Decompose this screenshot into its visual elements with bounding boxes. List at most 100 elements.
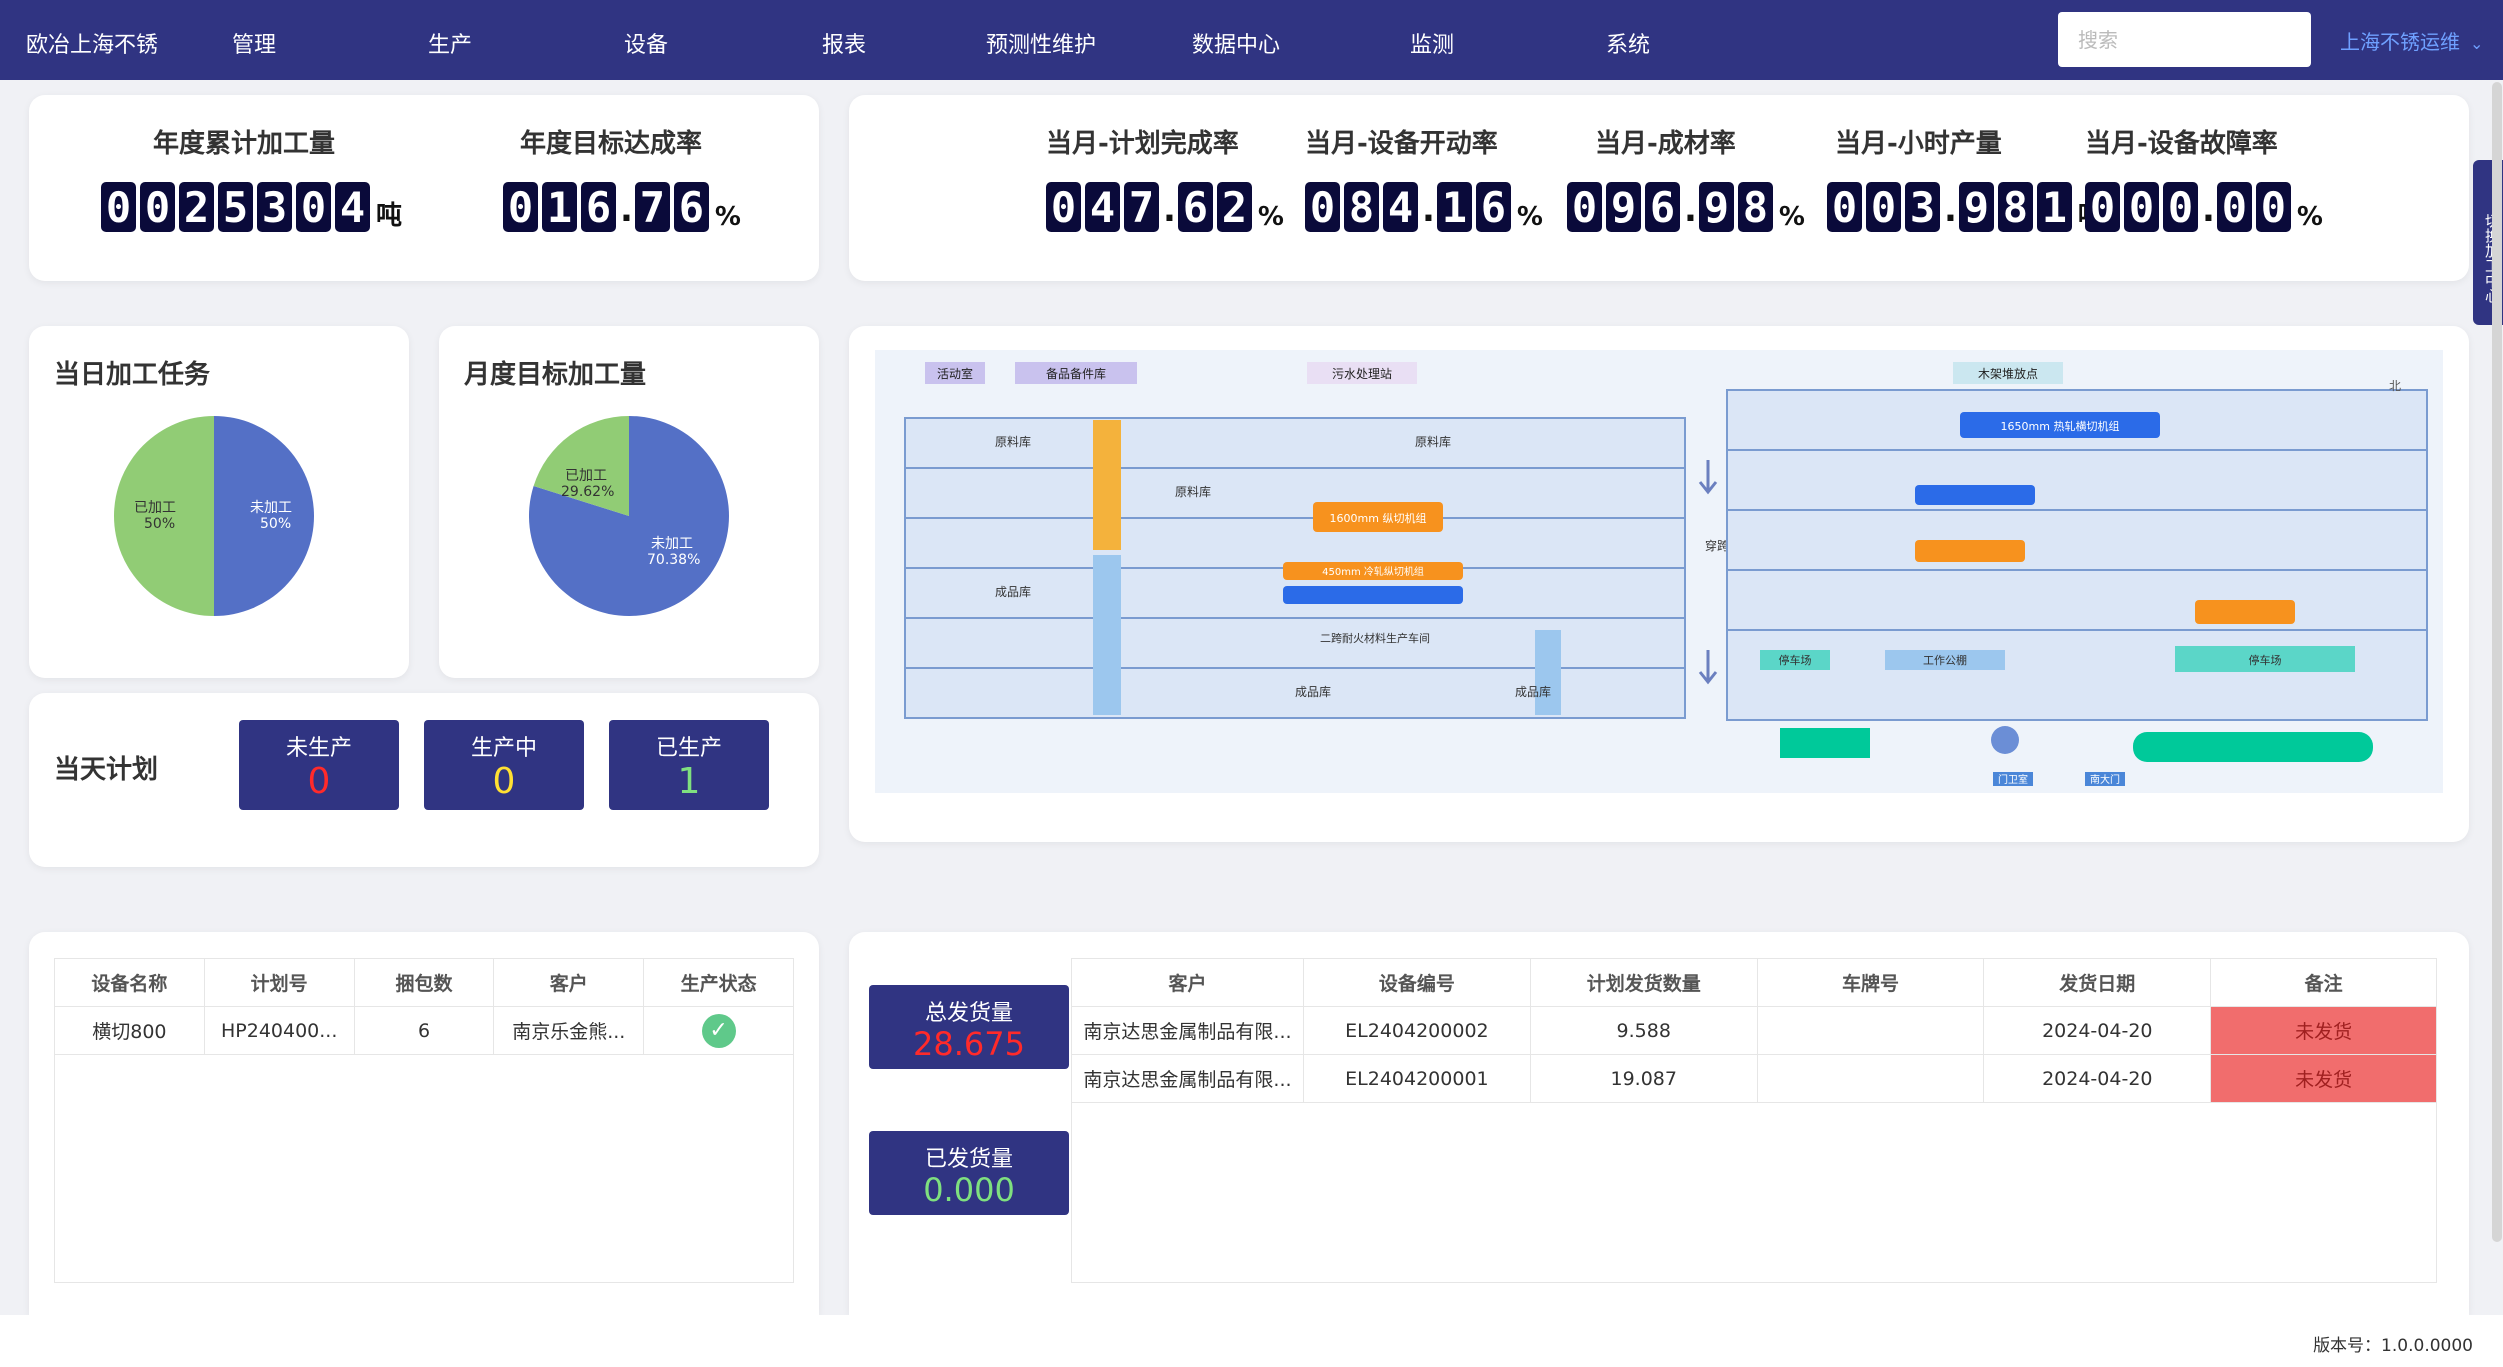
nav-item-data-center[interactable]: 数据中心 [1192, 27, 1280, 59]
daily-task-card: 当日加工任务 已加工 50% 未加工 50% [29, 326, 409, 678]
map-machine-1600: 1600mm 纵切机组 [1330, 511, 1427, 525]
nav-item-equipment[interactable]: 设备 [624, 27, 668, 59]
digit: 4 [335, 182, 370, 232]
table-header-row: 设备名称 计划号 捆包数 客户 生产状态 [54, 958, 794, 1007]
map-north-indicator: 北 [2389, 379, 2401, 393]
kpi-title: 当月-计划完成率 [1046, 129, 1239, 159]
pie-value-unprocessed: 70.38% [647, 552, 700, 568]
shipping-table-frame: 客户 设备编号 计划发货数量 车牌号 发货日期 备注 南京达思金属制品有限...… [1071, 958, 2437, 1283]
brand-name[interactable]: 欧冶上海不锈 [26, 27, 158, 59]
production-table: 设备名称 计划号 捆包数 客户 生产状态 横切800 HP240400... 6… [54, 958, 794, 1055]
pie-value-processed: 50% [144, 516, 175, 532]
kpi-digits: 016 . 76 % [503, 182, 741, 232]
monthly-kpi-card: 当月-计划完成率 0 4 7. 6 2% 当月-设备开动率 0 8 4. 1 6% 当月-成材率… [849, 95, 2469, 281]
nav-item-predictive-maintenance[interactable]: 预测性维护 [986, 27, 1096, 59]
shipping-table: 客户 设备编号 计划发货数量 车牌号 发货日期 备注 南京达思金属制品有限...… [1071, 958, 2437, 1103]
svg-text:成品库: 成品库 [995, 584, 1031, 599]
digit: 0 [101, 182, 136, 232]
kpi-month-yield: 当月-成材率 0 9 6. 9 8% [1567, 123, 1805, 232]
daily-task-title: 当日加工任务 [54, 360, 211, 390]
shipped-value: 0.000 [923, 1171, 1015, 1209]
status-badge: 未发货 [2210, 1054, 2437, 1103]
svg-text:停车场: 停车场 [2249, 653, 2282, 667]
kpi-title: 年度目标达成率 [520, 129, 703, 159]
map-south-gate: 南大门 [2090, 773, 2120, 786]
svg-text:原料库: 原料库 [1415, 434, 1451, 449]
monthly-target-card: 月度目标加工量 已加工 29.62% 未加工 70.38% [439, 326, 819, 678]
map-machine-450: 450mm 冷轧纵切机组 [1322, 565, 1424, 578]
digit: 2 [179, 182, 214, 232]
user-name: 上海不锈运维 [2340, 30, 2460, 54]
kpi-annual-processing: 年度累计加工量 0 0 2 5 3 0 4 吨 [101, 123, 402, 232]
pie-label-unprocessed: 未加工 [651, 536, 693, 552]
kpi-month-hourly-output: 当月-小时产量 003.981吨 [1827, 123, 2104, 232]
map-guard-room: 门卫室 [1998, 773, 2028, 786]
map-label-wood-rack: 木架堆放点 [1978, 366, 2038, 381]
nav-item-reports[interactable]: 报表 [822, 27, 866, 59]
map-label-spare-parts: 备品备件库 [1046, 366, 1106, 381]
monthly-target-pie[interactable]: 已加工 29.62% 未加工 70.38% [529, 416, 729, 616]
kpi-title: 当月-设备开动率 [1305, 129, 1498, 159]
kpi-title: 年度累计加工量 [153, 129, 336, 159]
map-area-raw-material: 原料库 [995, 434, 1031, 449]
map-label-activity-room: 活动室 [937, 366, 973, 381]
svg-text:原料库: 原料库 [1175, 484, 1211, 499]
pie-label-processed: 已加工 [565, 468, 607, 484]
factory-map-card: 活动室 备品备件库 污水处理站 木架堆放点 原料库 原料库 成品库 成品库 成品… [849, 326, 2469, 842]
kpi-month-plan-completion: 当月-计划完成率 0 4 7. 6 2% [1046, 123, 1284, 232]
page-scrollbar[interactable] [2492, 82, 2502, 1242]
digit: 0 [296, 182, 331, 232]
pie-label-processed: 已加工 [134, 500, 176, 516]
chevron-down-icon: ⌄ [2470, 34, 2484, 53]
daily-task-pie[interactable]: 已加工 50% 未加工 50% [114, 416, 314, 616]
map-workshop-label: 二跨耐火材料生产车间 [1320, 631, 1430, 645]
kpi-month-equipment-operation: 当月-设备开动率 0 8 4. 1 6% [1305, 123, 1543, 232]
production-table-frame: 设备名称 计划号 捆包数 客户 生产状态 横切800 HP240400... 6… [54, 958, 794, 1283]
total-shipment-value: 28.675 [913, 1025, 1025, 1063]
production-table-card: 设备名称 计划号 捆包数 客户 生产状态 横切800 HP240400... 6… [29, 932, 819, 1315]
kpi-unit: 吨 [376, 201, 403, 231]
plan-in-progress-value: 0 [492, 761, 516, 802]
plan-in-progress[interactable]: 生产中 0 [424, 720, 584, 810]
kpi-title: 当月-成材率 [1595, 129, 1736, 159]
search-input[interactable] [2058, 12, 2311, 67]
shipped-box: 已发货量 0.000 [869, 1131, 1069, 1215]
footer: 版本号：1.0.0.0000 [0, 1315, 2503, 1367]
digit: 3 [257, 182, 292, 232]
kpi-unit: % [714, 202, 741, 232]
kpi-month-failure-rate: 当月-设备故障率 0 0 0. 0 0% [2085, 123, 2323, 232]
kpi-digits: 0 0 2 5 3 0 4 吨 [101, 182, 402, 232]
top-nav-bar: 欧冶上海不锈 管理 生产 设备 报表 预测性维护 数据中心 监测 系统 上海不锈… [0, 0, 2503, 80]
digit: 5 [218, 182, 253, 232]
check-circle-icon: ✓ [701, 1013, 736, 1048]
nav-item-system[interactable]: 系统 [1606, 27, 1650, 59]
status-badge: 未发货 [2210, 1006, 2437, 1055]
kpi-title: 当月-设备故障率 [2085, 129, 2278, 159]
svg-text:成品库: 成品库 [1515, 684, 1551, 699]
table-row[interactable]: 横切800 HP240400... 6 南京乐金熊... ✓ [54, 1006, 794, 1055]
pie-value-processed: 29.62% [561, 484, 614, 500]
digit: 0 [140, 182, 175, 232]
table-header-row: 客户 设备编号 计划发货数量 车牌号 发货日期 备注 [1071, 958, 2437, 1007]
version-label: 版本号：1.0.0.0000 [2313, 1336, 2473, 1356]
monthly-target-title: 月度目标加工量 [464, 360, 647, 390]
total-shipment-box: 总发货量 28.675 [869, 985, 1069, 1069]
table-row[interactable]: 南京达思金属制品有限... EL2404200002 9.588 2024-04… [1071, 1006, 2437, 1055]
plan-completed-value: 1 [677, 761, 701, 802]
user-menu[interactable]: 上海不锈运维 ⌄ [2340, 26, 2483, 55]
nav-item-monitoring[interactable]: 监测 [1410, 27, 1454, 59]
annual-kpi-card: 年度累计加工量 0 0 2 5 3 0 4 吨 年度目标达成率 016 . 76… [29, 95, 819, 281]
kpi-title: 当月-小时产量 [1835, 129, 2002, 159]
plan-not-started-value: 0 [307, 761, 331, 802]
kpi-annual-target-rate: 年度目标达成率 016 . 76 % [503, 123, 741, 232]
plan-not-started[interactable]: 未生产 0 [239, 720, 399, 810]
pie-label-unprocessed: 未加工 [250, 500, 292, 516]
table-row[interactable]: 南京达思金属制品有限... EL2404200001 19.087 2024-0… [1071, 1054, 2437, 1103]
factory-floor-map[interactable]: 活动室 备品备件库 污水处理站 木架堆放点 原料库 原料库 成品库 成品库 成品… [875, 350, 2443, 793]
map-machine-1650: 1650mm 热轧横切机组 [2001, 419, 2120, 433]
plan-completed[interactable]: 已生产 1 [609, 720, 769, 810]
map-parking: 停车场 [1779, 653, 1812, 667]
pie-value-unprocessed: 50% [260, 516, 291, 532]
nav-item-management[interactable]: 管理 [232, 27, 276, 59]
nav-item-production[interactable]: 生产 [428, 27, 472, 59]
